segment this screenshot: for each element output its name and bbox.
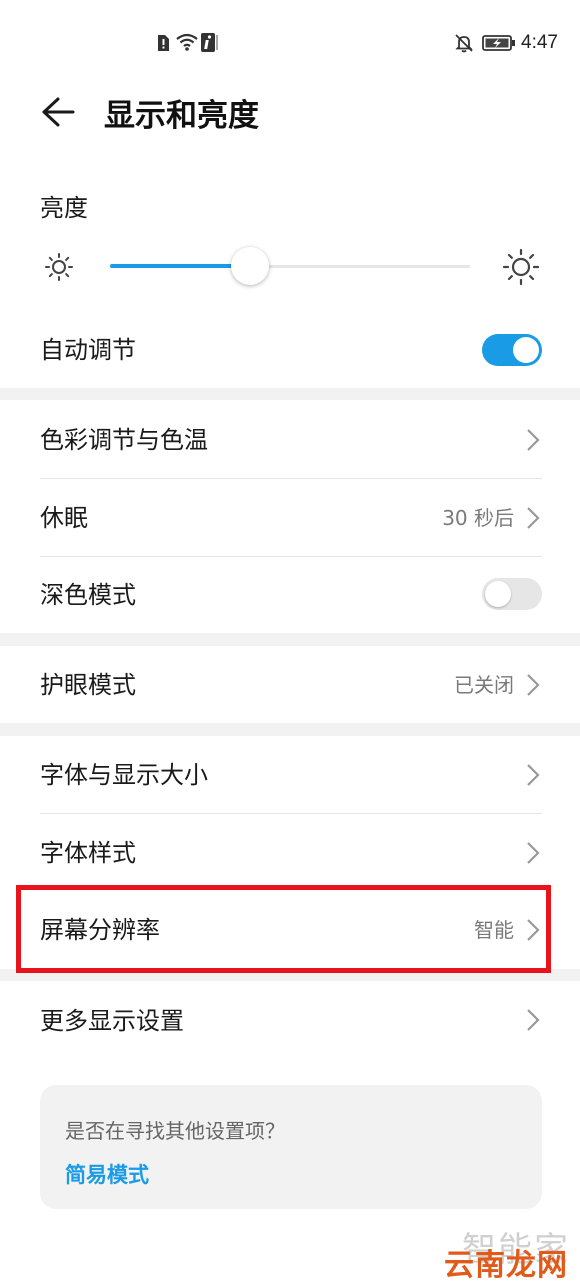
brightness-low-icon xyxy=(45,253,73,281)
toggle-knob xyxy=(513,337,539,363)
chevron-right-icon xyxy=(527,764,540,786)
back-arrow-icon[interactable] xyxy=(40,96,76,128)
watermark-logo: 云南龙网 xyxy=(444,1248,568,1283)
section-gap xyxy=(0,633,580,646)
sim-alert-icon xyxy=(158,35,169,51)
suggestion-card: 是否在寻找其他设置项？ 简易模式 xyxy=(40,1085,542,1209)
status-time: 4:47 xyxy=(521,32,558,53)
simple-mode-link[interactable]: 简易模式 xyxy=(65,1159,149,1189)
eye-comfort-value: 已关闭 xyxy=(454,673,514,697)
status-bar: 4:47 xyxy=(0,0,580,80)
dark-mode-toggle[interactable] xyxy=(482,578,542,610)
page-title: 显示和亮度 xyxy=(104,98,259,134)
info-icon xyxy=(201,33,218,52)
suggestion-question: 是否在寻找其他设置项？ xyxy=(65,1119,285,1143)
section-gap xyxy=(0,388,580,400)
brightness-high-icon xyxy=(502,248,540,286)
chevron-right-icon xyxy=(527,429,540,451)
chevron-right-icon xyxy=(527,674,540,696)
dark-mode-row[interactable]: 深色模式 xyxy=(0,557,580,633)
chevron-right-icon xyxy=(527,507,540,529)
chevron-right-icon xyxy=(527,1009,540,1031)
slider-thumb[interactable] xyxy=(231,247,270,285)
sleep-row[interactable]: 休眠 30 秒后 xyxy=(0,479,580,556)
highlight-annotation xyxy=(16,885,551,973)
auto-brightness-row[interactable]: 自动调节 xyxy=(0,320,580,380)
sleep-label: 休眠 xyxy=(40,504,88,532)
wifi-icon xyxy=(176,33,198,51)
font-display-size-label: 字体与显示大小 xyxy=(40,761,208,789)
toggle-knob xyxy=(485,581,511,607)
section-gap xyxy=(0,723,580,736)
more-display-settings-label: 更多显示设置 xyxy=(40,1007,184,1035)
more-display-settings-row[interactable]: 更多显示设置 xyxy=(0,981,580,1059)
chevron-right-icon xyxy=(527,842,540,864)
sleep-value: 30 秒后 xyxy=(442,506,514,530)
font-style-row[interactable]: 字体样式 xyxy=(0,814,580,891)
brightness-slider[interactable] xyxy=(110,247,470,285)
eye-comfort-row[interactable]: 护眼模式 已关闭 xyxy=(0,646,580,723)
font-display-size-row[interactable]: 字体与显示大小 xyxy=(0,736,580,813)
slider-fill xyxy=(110,264,251,268)
auto-brightness-toggle[interactable] xyxy=(482,334,542,366)
battery-charging-icon xyxy=(482,35,515,51)
bell-off-icon xyxy=(455,34,473,53)
color-temperature-label: 色彩调节与色温 xyxy=(40,426,208,454)
dark-mode-label: 深色模式 xyxy=(40,581,136,609)
eye-comfort-label: 护眼模式 xyxy=(40,671,136,699)
font-style-label: 字体样式 xyxy=(40,839,136,867)
brightness-label: 亮度 xyxy=(40,194,88,222)
auto-brightness-label: 自动调节 xyxy=(40,336,136,364)
color-temperature-row[interactable]: 色彩调节与色温 xyxy=(0,400,580,478)
